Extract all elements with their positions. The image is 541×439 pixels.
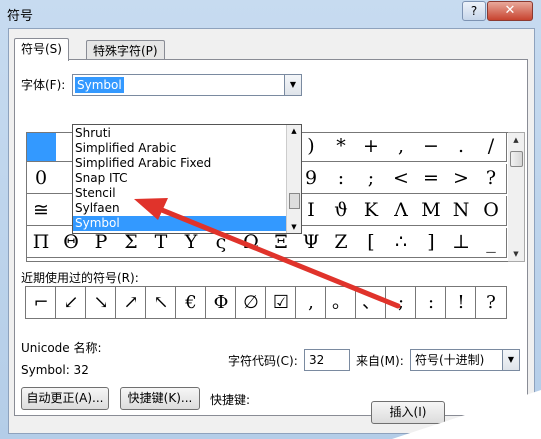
scroll-thumb[interactable] (289, 193, 300, 209)
recent-symbol-cell[interactable]: ↗ (115, 286, 147, 319)
dialog-body: 符号(S) 特殊字符(P) 字体(F): Symbol ▼ ) * +, −./0 9:… (8, 28, 535, 434)
symbols-panel: 字体(F): Symbol ▼ ) * +, −./0 9:; < = >? ≅ Iϑ Κ Λ Μ Ν Ο Π… (14, 59, 528, 416)
char-code-label: 字符代码(C): (228, 354, 298, 368)
recent-symbol-cell[interactable]: Φ (205, 286, 237, 319)
recent-symbol-cell[interactable]: ? (475, 286, 507, 319)
scroll-down-icon[interactable]: ▼ (287, 221, 301, 233)
from-select[interactable]: 符号(十进制) ▼ (410, 349, 520, 371)
recent-symbol-cell[interactable]: ; (385, 286, 417, 319)
window-title: 符号 (7, 9, 34, 24)
font-label: 字体(F): (21, 78, 66, 92)
scroll-down-icon[interactable]: ▼ (508, 247, 524, 261)
recent-symbol-cell[interactable]: ⌐ (25, 286, 57, 319)
font-option[interactable]: Sylfaen (73, 201, 287, 216)
recent-symbols-label: 近期使用过的符号(R): (21, 271, 139, 285)
font-select-value: Symbol (75, 77, 124, 93)
unicode-name-value: Symbol: 32 (21, 363, 89, 377)
recent-symbol-cell[interactable]: ↙ (55, 286, 87, 319)
recent-symbol-cell[interactable]: ☑ (265, 286, 297, 319)
recent-symbol-cell[interactable]: 、 (355, 286, 387, 319)
symbol-dialog: 符号 ? ✕ 符号(S) 特殊字符(P) 字体(F): Symbol ▼ ) * +… (0, 0, 541, 439)
close-button[interactable]: ✕ (487, 1, 533, 21)
insert-button[interactable]: 插入(I) (371, 401, 445, 424)
from-select-value: 符号(十进制) (415, 353, 485, 367)
char-code-input[interactable]: 32 (304, 349, 350, 371)
font-option[interactable]: Snap ITC (73, 171, 287, 186)
font-dropdown-scrollbar[interactable]: ▲ ▼ (286, 125, 301, 233)
autocorrect-button[interactable]: 自动更正(A)... (21, 387, 109, 410)
tab-special-characters[interactable]: 特殊字符(P) (86, 40, 165, 61)
unicode-name-label: Unicode 名称: (21, 341, 102, 355)
shortcut-key-label: 快捷键: (210, 393, 251, 407)
font-option[interactable]: Shruti (73, 126, 287, 141)
recent-symbol-cell[interactable]: , (295, 286, 327, 319)
font-option[interactable]: Simplified Arabic (73, 141, 287, 156)
from-label: 来自(M): (356, 354, 404, 368)
font-option[interactable]: Symbol (73, 216, 287, 231)
recent-symbol-cell[interactable]: € (175, 286, 207, 319)
recent-symbol-cell[interactable]: ! (445, 286, 477, 319)
title-bar: 符号 ? ✕ (0, 0, 541, 28)
recent-symbol-cell[interactable]: ↖ (145, 286, 177, 319)
recent-symbol-cell[interactable]: ↘ (85, 286, 117, 319)
font-dropdown-list[interactable]: Shruti Simplified Arabic Simplified Arabic… (72, 124, 302, 234)
symbol-grid-scrollbar[interactable]: ▲ ▼ (508, 132, 525, 262)
font-option[interactable]: Stencil (73, 186, 287, 201)
chevron-down-icon[interactable]: ▼ (284, 75, 301, 95)
recent-symbol-cell[interactable]: ∅ (235, 286, 267, 319)
shortcut-key-button[interactable]: 快捷键(K)... (120, 387, 200, 410)
scroll-thumb[interactable] (510, 151, 523, 167)
font-select[interactable]: Symbol ▼ (72, 74, 302, 96)
recent-symbol-cell[interactable]: 。 (325, 286, 357, 319)
chevron-down-icon[interactable]: ▼ (502, 350, 519, 370)
scroll-up-icon[interactable]: ▲ (508, 133, 524, 147)
scroll-up-icon[interactable]: ▲ (287, 125, 301, 137)
tab-symbols[interactable]: 符号(S) (14, 38, 69, 61)
font-option[interactable]: Simplified Arabic Fixed (73, 156, 287, 171)
help-button[interactable]: ? (462, 1, 486, 21)
recent-symbol-cell[interactable]: : (415, 286, 447, 319)
